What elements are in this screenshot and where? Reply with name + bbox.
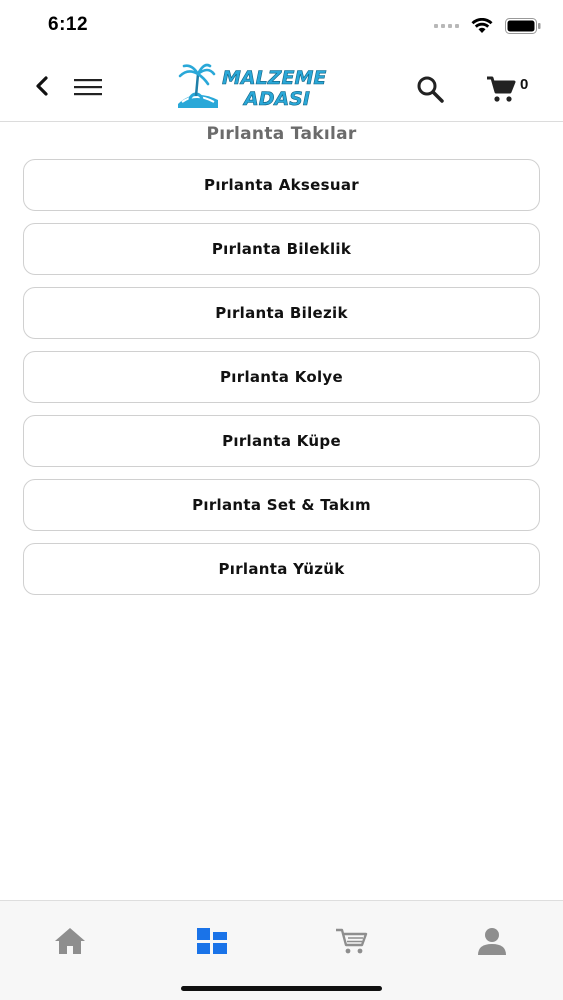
category-item-bileklik[interactable]: Pırlanta Bileklik [23,223,540,275]
cart-icon [487,76,516,102]
hamburger-menu-icon [74,79,102,96]
logo-line2: ADASI [242,88,310,110]
home-indicator[interactable] [181,986,382,991]
category-item-aksesuar[interactable]: Pırlanta Aksesuar [23,159,540,211]
tab-profile[interactable] [472,923,512,959]
battery-icon [505,18,541,34]
tab-cart[interactable] [332,923,372,959]
status-icons [434,18,541,34]
logo-graphic: MALZEME ADASI [178,63,327,110]
category-item-yuzuk[interactable]: Pırlanta Yüzük [23,543,540,595]
header-cart-button[interactable] [485,74,519,104]
logo-line1: MALZEME [222,67,326,89]
back-chevron-icon [36,76,48,96]
category-list: Pırlanta Aksesuar Pırlanta Bileklik Pırl… [23,159,540,607]
status-time: 6:12 [48,14,89,35]
cart-outline-icon [336,928,368,954]
search-button[interactable] [415,74,445,104]
tab-categories[interactable] [192,923,232,959]
categories-icon [197,928,227,954]
search-icon [417,76,444,103]
status-bar: 6:12 [0,0,563,52]
malzeme-adasi-logo[interactable]: MALZEME ADASI [174,62,349,112]
category-item-kolye[interactable]: Pırlanta Kolye [23,351,540,403]
menu-button[interactable] [72,76,104,98]
page-title: Pırlanta Takılar [206,124,357,144]
tab-home[interactable] [50,923,90,959]
top-nav-bar: MALZEME ADASI 0 [0,52,563,122]
category-item-kupe[interactable]: Pırlanta Küpe [23,415,540,467]
category-item-set-takim[interactable]: Pırlanta Set & Takım [23,479,540,531]
wifi-icon [471,18,493,33]
cart-count-badge: 0 [520,76,529,93]
cellular-signal-icon [434,24,459,28]
bottom-tab-bar [0,900,563,1000]
back-button[interactable] [30,74,54,98]
category-item-bilezik[interactable]: Pırlanta Bilezik [23,287,540,339]
home-icon [55,928,85,954]
profile-icon [478,928,506,955]
